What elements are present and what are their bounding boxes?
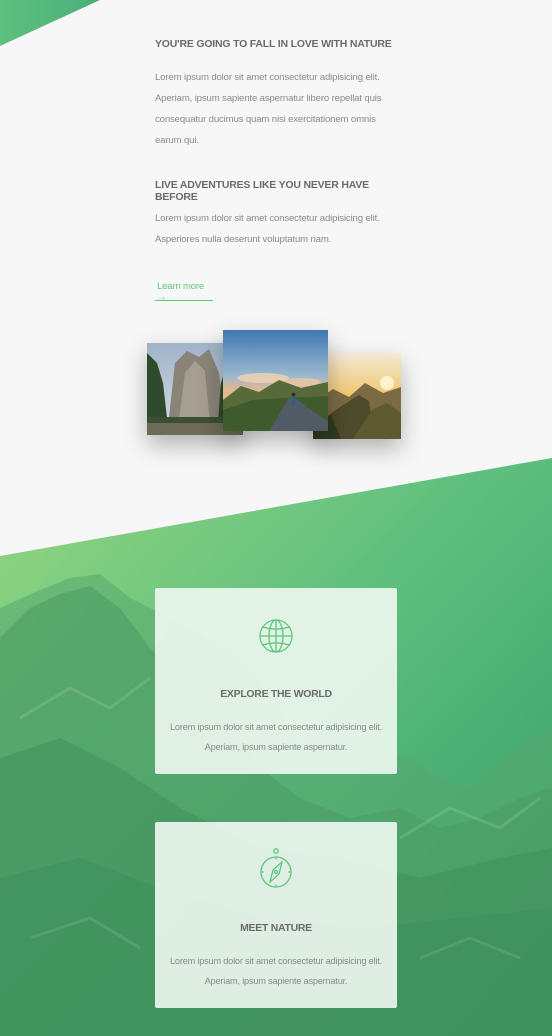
section-heading-adventures: LIVE ADVENTURES LIKE YOU NEVER HAVE BEFO… — [155, 179, 369, 203]
section-heading-love-nature: YOU'RE GOING TO FALL IN LOVE WITH NATURE — [155, 38, 392, 50]
road-hiker-photo — [223, 330, 328, 431]
globe-icon — [259, 619, 293, 653]
corner-decoration — [0, 0, 100, 46]
feature-text: Lorem ipsum dolor sit amet consectetur a… — [170, 722, 382, 752]
feature-card-explore: EXPLORE THE WORLD Lorem ipsum dolor sit … — [155, 588, 397, 774]
learn-more-link[interactable]: Learn more → — [155, 281, 213, 303]
feature-title: EXPLORE THE WORLD — [220, 688, 332, 700]
feature-text: Lorem ipsum dolor sit amet consectetur a… — [170, 956, 382, 986]
page: YOU'RE GOING TO FALL IN LOVE WITH NATURE… — [0, 0, 552, 1036]
feature-card-nature: MEET NATURE Lorem ipsum dolor sit amet c… — [155, 822, 397, 1008]
section-paragraph-1: Lorem ipsum dolor sit amet consectetur a… — [155, 72, 382, 146]
feature-title: MEET NATURE — [240, 922, 312, 934]
section-paragraph-2: Lorem ipsum dolor sit amet consectetur a… — [155, 213, 380, 245]
compass-icon — [260, 848, 292, 888]
